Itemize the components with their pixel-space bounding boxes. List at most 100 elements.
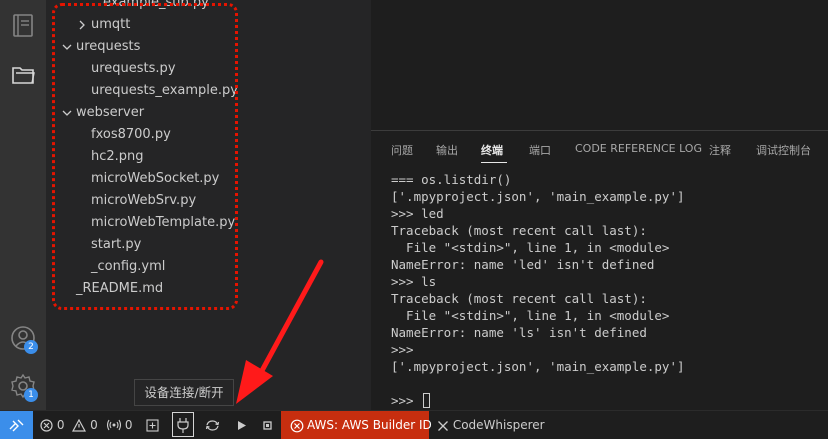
terminal-line-text: >>>: [391, 393, 422, 408]
settings-badge: 1: [24, 388, 38, 402]
tree-file-item[interactable]: urequests_example.py: [75, 80, 238, 102]
tree-item-label: microWebSrv.py: [91, 193, 197, 208]
tree-spacer: [75, 124, 91, 146]
tree-spacer: [75, 146, 91, 168]
tree-item-label: urequests.py: [91, 61, 176, 76]
warning-count: 0: [90, 418, 98, 432]
tree-item-label: example_sub.py: [103, 0, 209, 10]
terminal-line: ['.mpyproject.json', 'main_example.py']: [391, 188, 685, 205]
error-icon: [40, 419, 53, 432]
terminal-line: File "<stdin>", line 1, in <module>: [391, 239, 685, 256]
notebook-icon[interactable]: [9, 11, 37, 39]
tree-spacer: [75, 80, 91, 102]
error-count: 0: [56, 418, 65, 432]
terminal-output[interactable]: === os.listdir() ['.mpyproject.json', 'ma…: [391, 171, 685, 409]
tree-file-item[interactable]: start.py: [75, 234, 141, 256]
terminal-line-text: Traceback (most recent call last):: [391, 291, 647, 306]
accounts-badge: 2: [24, 340, 38, 354]
tree-item-label: _config.yml: [91, 259, 166, 274]
aws-label: AWS: AWS Builder ID: [307, 418, 432, 432]
terminal-cursor: [423, 393, 431, 408]
tree-file-item[interactable]: _config.yml: [75, 256, 165, 278]
tree-spacer: [87, 0, 103, 14]
sync-icon: [205, 420, 220, 431]
terminal-line: >>>: [391, 341, 685, 358]
terminal-line: NameError: name 'led' isn't defined: [391, 256, 685, 273]
tree-item-label: webserver: [76, 105, 145, 120]
terminal-line: Traceback (most recent call last):: [391, 290, 685, 307]
terminal-line-text: >>> ls: [391, 274, 437, 289]
tree-file-item[interactable]: microWebTemplate.py: [75, 212, 235, 234]
run-button[interactable]: [236, 411, 247, 439]
terminal-line: === os.listdir(): [391, 171, 685, 188]
terminal-line-text: NameError: name 'ls' isn't defined: [391, 325, 647, 340]
bottom-panel: 问题 输出 终端 端口 CODE REFERENCE LOG 注释 调试控制台 …: [371, 130, 828, 410]
codewhisperer-button[interactable]: CodeWhisperer: [437, 411, 545, 439]
broadcast-icon: [107, 419, 121, 431]
aws-error-icon: [290, 419, 304, 432]
tree-spacer: [75, 58, 91, 80]
terminal-line-text: >>> led: [391, 206, 444, 221]
add-box-icon: [146, 419, 159, 432]
tree-folder-item[interactable]: webserver: [60, 102, 144, 124]
tree-spacer: [75, 212, 91, 234]
tree-file-item[interactable]: example_sub.py: [87, 0, 209, 14]
tree-item-label: hc2.png: [91, 149, 144, 164]
ports-status[interactable]: 0: [107, 411, 132, 439]
problems-status[interactable]: 0 0: [40, 411, 98, 439]
tree-item-label: start.py: [91, 237, 142, 252]
activity-bar: 2 1: [0, 0, 46, 410]
tree-file-item[interactable]: _README.md: [60, 278, 163, 300]
tab-code-reference-log[interactable]: CODE REFERENCE LOG: [575, 142, 702, 155]
tree-item-label: _README.md: [76, 281, 164, 296]
tree-spacer: [75, 190, 91, 212]
tree-file-item[interactable]: urequests.py: [75, 58, 176, 80]
ports-count: 0: [124, 418, 133, 432]
tab-ports[interactable]: 端口: [529, 142, 551, 158]
sync-button[interactable]: [205, 411, 220, 439]
terminal-line: >>> led: [391, 205, 685, 222]
tab-output[interactable]: 输出: [436, 142, 458, 158]
tree-item-label: microWebSocket.py: [91, 171, 220, 186]
tree-item-label: microWebTemplate.py: [91, 215, 236, 230]
device-connect-tooltip: 设备连接/断开: [134, 379, 234, 406]
terminal-line: >>>: [391, 392, 685, 409]
tab-comments[interactable]: 注释: [709, 142, 731, 158]
tree-file-item[interactable]: microWebSrv.py: [75, 190, 196, 212]
explorer-sidebar: example_sub.pyumqtt urequests urequests.py…: [46, 0, 371, 410]
tree-file-item[interactable]: microWebSocket.py: [75, 168, 219, 190]
terminal-line-text: ['.mpyproject.json', 'main_example.py']: [391, 189, 685, 204]
terminal-line-text: >>>: [391, 342, 414, 357]
stop-button[interactable]: [262, 411, 273, 439]
editor-area[interactable]: [371, 0, 828, 130]
tab-terminal[interactable]: 终端: [481, 142, 503, 158]
terminal-line: >>> ls: [391, 273, 685, 290]
tab-problems[interactable]: 问题: [391, 142, 413, 158]
tab-debug-console[interactable]: 调试控制台: [756, 142, 811, 158]
device-connect-button[interactable]: [172, 412, 194, 437]
chevron-down-icon: [62, 110, 72, 116]
active-tab-indicator: [481, 162, 507, 163]
remote-button[interactable]: [0, 411, 33, 439]
chevron-right-icon: [79, 20, 85, 30]
tree-item-label: urequests_example.py: [91, 83, 238, 98]
new-file-button[interactable]: [146, 411, 159, 439]
stop-icon: [263, 421, 272, 430]
tree-item-label: fxos8700.py: [91, 127, 171, 142]
tree-file-item[interactable]: fxos8700.py: [75, 124, 171, 146]
terminal-line: Traceback (most recent call last):: [391, 222, 685, 239]
explorer-folder-icon[interactable]: [9, 60, 37, 88]
tree-folder-item[interactable]: umqtt: [75, 14, 130, 36]
tree-folder-item[interactable]: urequests: [60, 36, 140, 58]
aws-status-button[interactable]: AWS: AWS Builder ID: [281, 411, 432, 439]
terminal-line: NameError: name 'ls' isn't defined: [391, 324, 685, 341]
panel-tabs: 问题 输出 终端 端口 CODE REFERENCE LOG 注释 调试控制台: [371, 131, 828, 165]
terminal-line-text: NameError: name 'led' isn't defined: [391, 257, 655, 272]
tree-item-label: umqtt: [91, 17, 131, 32]
tree-spacer: [75, 168, 91, 190]
tree-spacer: [75, 234, 91, 256]
codewhisperer-label: CodeWhisperer: [452, 418, 545, 432]
remote-connection-icon: [9, 419, 24, 432]
tree-file-item[interactable]: hc2.png: [75, 146, 144, 168]
